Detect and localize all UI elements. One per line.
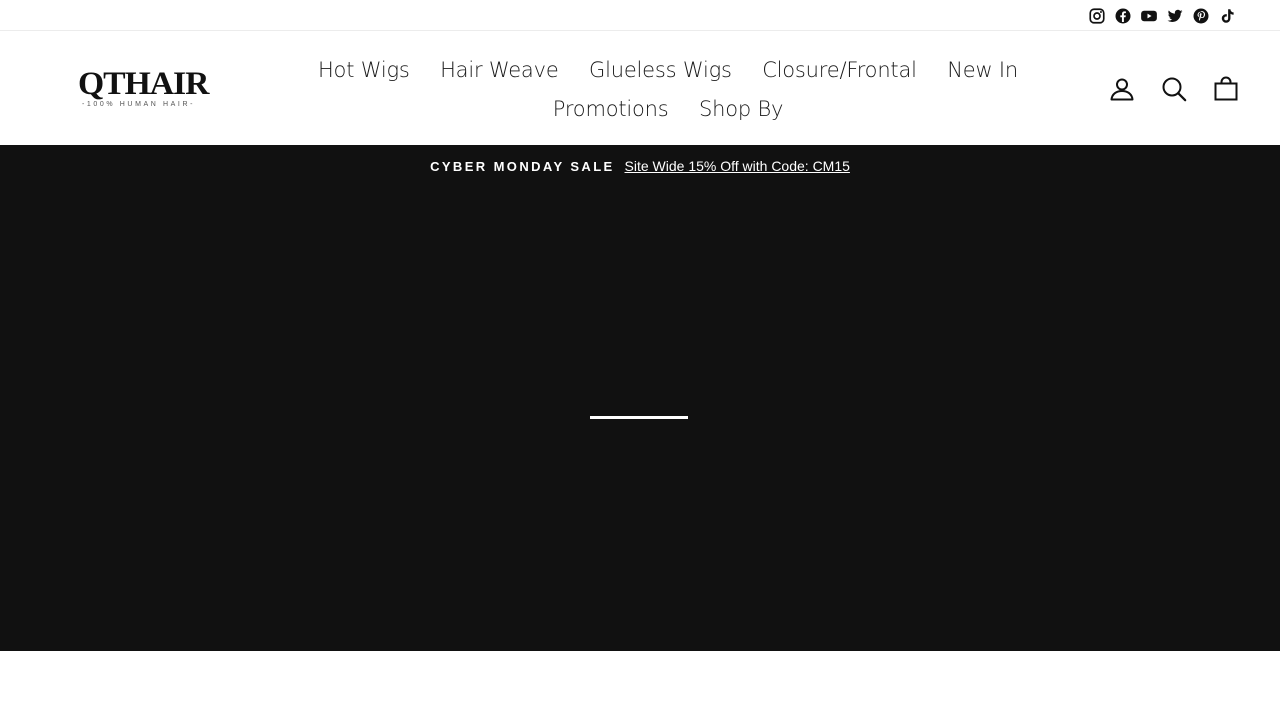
youtube-icon[interactable] (1140, 7, 1158, 25)
nav-glueless-wigs[interactable]: Glueless Wigs (589, 52, 732, 89)
nav-closure-frontal[interactable]: Closure/Frontal (762, 52, 917, 89)
account-icon[interactable] (1108, 75, 1136, 103)
nav-new-in[interactable]: New In (947, 52, 1018, 89)
search-icon[interactable] (1160, 75, 1188, 103)
nav-promotions[interactable]: Promotions (553, 91, 669, 128)
sale-label: CYBER MONDAY SALE (430, 159, 615, 174)
cart-icon[interactable] (1212, 75, 1240, 103)
main-nav: Hot Wigs Hair Weave Glueless Wigs Closur… (240, 52, 1096, 130)
loading-indicator (590, 416, 688, 419)
twitter-icon[interactable] (1166, 7, 1184, 25)
nav-hot-wigs[interactable]: Hot Wigs (318, 52, 410, 89)
logo-tagline: -100% HUMAN HAIR- (82, 101, 196, 108)
nav-shop-by[interactable]: Shop By (699, 91, 783, 128)
logo-wordmark: QTHAIR (78, 66, 209, 102)
social-links (1088, 7, 1236, 25)
tiktok-icon[interactable] (1218, 7, 1236, 25)
site-header: QTHAIR -100% HUMAN HAIR- Hot Wigs Hair W… (0, 31, 1280, 145)
facebook-icon[interactable] (1114, 7, 1132, 25)
instagram-icon[interactable] (1088, 7, 1106, 25)
nav-hair-weave[interactable]: Hair Weave (440, 52, 559, 89)
promo-link[interactable]: Site Wide 15% Off with Code: CM15 (625, 158, 850, 174)
logo[interactable]: QTHAIR -100% HUMAN HAIR- (78, 67, 209, 111)
pinterest-icon[interactable] (1192, 7, 1210, 25)
announcement-bar: CYBER MONDAY SALE Site Wide 15% Off with… (0, 158, 1280, 174)
hero-banner: CYBER MONDAY SALE Site Wide 15% Off with… (0, 145, 1280, 651)
social-bar (0, 0, 1280, 31)
